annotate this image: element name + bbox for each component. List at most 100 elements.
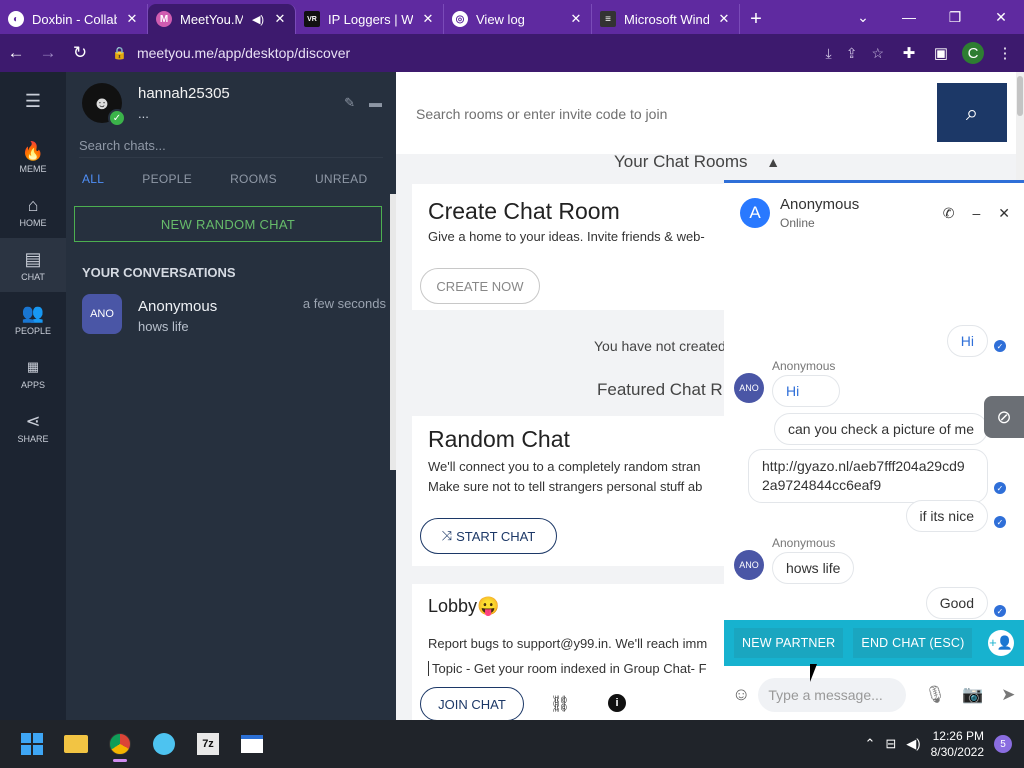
tray-chevron-icon[interactable]: ⌃ (864, 736, 875, 752)
create-now-button[interactable]: CREATE NOW (420, 268, 540, 304)
network-icon[interactable]: ⊟ (885, 736, 896, 752)
user-status[interactable]: ... (138, 106, 230, 121)
nav-label: SHARE (17, 433, 49, 444)
conversation-item[interactable]: ANO Anonymous hows life a few seconds (66, 280, 396, 334)
minimize-chat-button[interactable]: – (972, 205, 980, 222)
tab-ip-loggers[interactable]: VR IP Loggers | Wel ✕ (296, 4, 444, 34)
tab-close-icon[interactable]: ✕ (421, 11, 435, 27)
hamburger-menu-button[interactable]: ☰ (0, 72, 66, 130)
your-chat-rooms-toggle[interactable]: Your Chat Rooms ▲ (614, 152, 780, 172)
tab-search-icon[interactable]: ⌄ (840, 0, 886, 34)
message-icon[interactable]: ▬ (369, 95, 382, 111)
filter-people[interactable]: PEOPLE (142, 172, 192, 186)
end-chat-button[interactable]: END CHAT (ESC) (853, 628, 973, 658)
info-icon[interactable]: i (608, 694, 626, 712)
restore-button[interactable]: ❐ (932, 0, 978, 34)
link-line-1[interactable]: http://gyazo.nl/aeb7fff204a29cd9 (762, 458, 965, 474)
link-icon[interactable]: ⛓ (550, 694, 570, 714)
tab-close-icon[interactable]: ✕ (717, 11, 731, 27)
tab-close-icon[interactable]: ✕ (569, 11, 583, 27)
bookmark-star-icon[interactable]: ☆ (871, 45, 884, 62)
minimize-button[interactable]: — (886, 0, 932, 34)
username: hannah25305 (138, 85, 230, 102)
microphone-icon[interactable]: 🎙 (924, 685, 946, 705)
app-window-icon[interactable] (232, 724, 272, 764)
tab-microsoft[interactable]: ≡ Microsoft Windo ✕ (592, 4, 740, 34)
notification-badge[interactable]: 5 (994, 735, 1012, 753)
forward-button[interactable]: → (32, 37, 64, 69)
share-icon[interactable]: ⇪ (846, 45, 858, 62)
file-explorer-icon[interactable] (56, 724, 96, 764)
nav-home[interactable]: ⌂ HOME (0, 184, 66, 238)
tab-title: Microsoft Windo (624, 11, 709, 27)
join-chat-button[interactable]: JOIN CHAT (420, 687, 524, 720)
phone-icon[interactable]: ✆ (943, 205, 955, 222)
chrome-icon[interactable] (100, 724, 140, 764)
tab-meetyou[interactable]: M MeetYou.Me ◀) ✕ (148, 4, 296, 34)
extensions-icon[interactable]: ✚ (898, 44, 920, 62)
lock-icon[interactable]: 🔒 (112, 46, 127, 60)
tab-favicon-icon: ◐ (8, 11, 24, 27)
tab-close-icon[interactable]: ✕ (125, 11, 139, 27)
close-chat-button[interactable]: ✕ (998, 205, 1010, 222)
nav-chat[interactable]: ▤ CHAT (0, 238, 66, 292)
start-button[interactable] (12, 724, 52, 764)
nav-meme[interactable]: 🔥 MEME (0, 130, 66, 184)
audio-icon[interactable]: ◀) (251, 13, 265, 26)
message-bubble: Hi (946, 325, 988, 357)
new-random-chat-button[interactable]: NEW RANDOM CHAT (74, 206, 382, 242)
clock[interactable]: 12:26 PM 8/30/2022 (931, 728, 984, 760)
lobby-title: Lobby😛 (428, 596, 500, 616)
nav-apps[interactable]: ▦ APPS (0, 346, 66, 400)
lobby-card: Lobby😛 Report bugs to support@y99.in. We… (412, 584, 742, 720)
partner-status: Online (780, 216, 815, 230)
start-chat-button[interactable]: ⤨ START CHAT (420, 518, 557, 554)
send-icon[interactable]: ➤ (1001, 685, 1015, 705)
search-chats-input[interactable]: Search chats... (79, 134, 383, 158)
tab-close-icon[interactable]: ✕ (273, 11, 287, 27)
read-check-icon: ✓ (994, 340, 1006, 352)
address-bar[interactable]: 🔒 meetyou.me/app/desktop/discover ⤓ ⇪ ☆ (102, 39, 892, 67)
close-window-button[interactable]: ✕ (978, 0, 1024, 34)
nav-people[interactable]: 👥 PEOPLE (0, 292, 66, 346)
camera-icon[interactable]: 📷 (962, 685, 983, 705)
edit-icon[interactable]: ✎ (344, 95, 355, 111)
7zip-icon[interactable]: 7z (188, 724, 228, 764)
video-off-button[interactable]: ⊘ (984, 396, 1024, 438)
filter-rooms[interactable]: ROOMS (230, 172, 277, 186)
message-sender: Anonymous (772, 359, 836, 373)
search-button[interactable]: ⌕ (937, 83, 1007, 142)
app-nav-rail: ☰ 🔥 MEME ⌂ HOME ▤ CHAT 👥 PEOPLE ▦ APPS ⋖ SHARE (0, 72, 66, 720)
back-button[interactable]: ← (0, 37, 32, 69)
hamburger-icon: ☰ (24, 91, 42, 111)
tab-view-log[interactable]: ◎ View log ✕ (444, 4, 592, 34)
clock-time: 12:26 PM (932, 729, 984, 743)
add-friend-icon[interactable]: +👤 (988, 630, 1014, 656)
filter-unread[interactable]: UNREAD (315, 172, 367, 186)
new-partner-button[interactable]: NEW PARTNER (734, 628, 844, 658)
reload-button[interactable]: ↻ (64, 37, 96, 69)
tab-title: IP Loggers | Wel (328, 11, 413, 27)
avatar[interactable]: ☻ ✓ (82, 83, 126, 127)
tab-doxbin[interactable]: ◐ Doxbin - Collab ✕ (0, 4, 148, 34)
windows-taskbar: 7z ⌃ ⊟ ◀) 12:26 PM 8/30/2022 5 (0, 720, 1024, 768)
side-panel-icon[interactable]: ▣ (930, 44, 952, 62)
volume-icon[interactable]: ◀) (906, 736, 920, 752)
people-icon: 👥 (21, 302, 45, 323)
link-line-2[interactable]: 2a9724844cc6eaf9 (762, 477, 881, 493)
avatar: ANO (734, 550, 764, 580)
profile-avatar[interactable]: C (962, 42, 984, 64)
new-tab-button[interactable]: + (740, 4, 772, 34)
message-input[interactable]: Type a message... (758, 677, 907, 712)
room-search-input[interactable]: Search rooms or enter invite code to joi… (416, 106, 667, 122)
filter-all[interactable]: ALL (82, 172, 104, 186)
share-icon: ⋖ (25, 410, 41, 431)
create-room-desc: Give a home to your ideas. Invite friend… (428, 229, 705, 244)
menu-icon[interactable]: ⋮ (994, 44, 1016, 62)
install-app-icon[interactable]: ⤓ (826, 45, 832, 62)
emoji-icon[interactable]: ☺ (732, 684, 750, 705)
scrollbar-thumb[interactable] (1017, 76, 1023, 116)
create-room-title: Create Chat Room (428, 198, 620, 224)
paint-app-icon[interactable] (144, 724, 184, 764)
nav-share[interactable]: ⋖ SHARE (0, 400, 66, 454)
